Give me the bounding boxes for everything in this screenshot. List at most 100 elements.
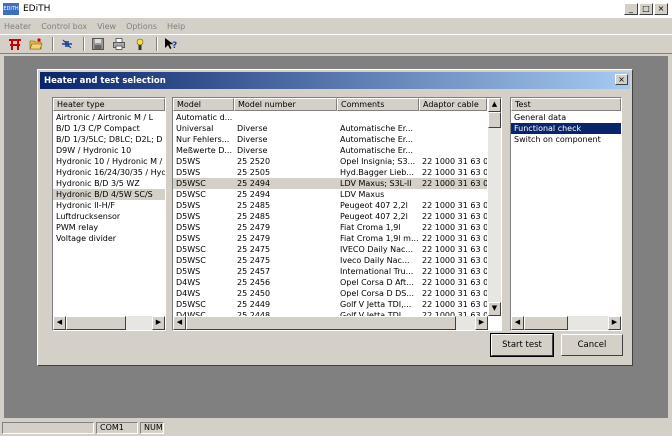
scroll-right-button[interactable]: ▶ [608,316,621,330]
scroll-up-button[interactable]: ▲ [488,98,501,112]
menu-control-box[interactable]: Control box [41,22,87,31]
menu-heater[interactable]: Heater [4,22,31,31]
scroll-left-button[interactable]: ◀ [173,316,186,330]
model-cell: D5WSC [176,256,206,265]
model-row[interactable]: D4WS 25 2450 Opel Corsa D DS... 22 1000 31 … [173,288,487,299]
heater-type-item[interactable]: Luftdrucksensor [53,211,165,222]
comments-cell: Fiat Croma 1,9l [340,223,401,232]
heater-type-item[interactable]: B/D 1/3/5LC; D8LC; D2L; D [53,134,165,145]
model-row[interactable]: Automatic d... [173,112,487,123]
app-logo: EDiTH [3,3,19,15]
test-hscrollbar[interactable]: ◀ ▶ [511,316,621,330]
model-row[interactable]: D5WS 25 2479 Fiat Croma 1,9l m... 22 1000 3… [173,233,487,244]
heater-type-list[interactable]: Heater type Airtronic / Airtronic M / L B… [52,97,166,331]
model-row[interactable]: D5WSC 25 2449 Golf V Jetta TDI,... 22 1000 … [173,299,487,310]
model-cell: D5WSC [176,190,206,199]
model-row[interactable]: D5WS 25 2457 International Tru... 22 1000 3… [173,266,487,277]
adaptor-cable-cell: 22 1000 31 63 00 [422,267,487,276]
model-column-header[interactable]: Model [173,98,234,111]
menu-view[interactable]: View [97,22,116,31]
test-item[interactable]: General data [511,112,621,123]
model-vscrollbar[interactable]: ▲ ▼ [488,98,501,316]
model-row[interactable]: D5WSC 25 2475 IVECO Daily Nac... 22 1000 31… [173,244,487,255]
model-number-cell: 25 2449 [237,300,271,309]
heater-test-selection-dialog: Heater and test selection × Heater type … [37,69,633,366]
dialog-close-button[interactable]: × [615,74,628,85]
model-row[interactable]: D5WS 25 2520 Opel Insignia; S3... 22 1000 3… [173,156,487,167]
status-bar: COM1 NUM [0,420,672,436]
model-row[interactable]: Meßwerte D... Diverse Automatische Er... [173,145,487,156]
scroll-thumb[interactable] [488,112,501,128]
heater-type-hscrollbar[interactable]: ◀ ▶ [53,316,165,330]
heater-type-item[interactable]: PWM relay [53,222,165,233]
maximize-button[interactable]: □ [639,3,653,15]
disconnect-icon[interactable] [58,36,76,52]
numlock-indicator: NUM [140,422,164,434]
cancel-button[interactable]: Cancel [561,334,623,356]
scroll-thumb[interactable] [66,316,126,330]
adaptor-cable-column-header[interactable]: Adaptor cable [419,98,487,111]
heater-type-item[interactable]: B/D 1/3 C/P Compact [53,123,165,134]
scroll-down-button[interactable]: ▼ [488,302,501,316]
model-row[interactable]: D5WS 25 2485 Peugeot 407 2,2l 22 1000 31 63… [173,211,487,222]
heater-type-item[interactable]: Hydronic 10 / Hydronic M / M [53,156,165,167]
heater-type-item[interactable]: D9W / Hydronic 10 [53,145,165,156]
test-list[interactable]: Test General data Functional check Switch … [510,97,622,331]
test-item[interactable]: Switch on component [511,134,621,145]
close-button[interactable]: × [654,3,668,15]
scroll-left-button[interactable]: ◀ [511,316,524,330]
print-icon[interactable] [110,36,128,52]
heater-type-item[interactable]: Hydronic B/D 4/5W SC/S [53,189,165,200]
model-row[interactable]: D5WSC 25 2494 LDV Maxus; S3L-II 22 1000 31 … [173,178,487,189]
heater-type-header[interactable]: Heater type [53,98,165,111]
heater-type-rows: Airtronic / Airtronic M / L B/D 1/3 C/P C… [53,112,165,244]
model-cell: D5WSC [176,245,206,254]
adaptor-cable-cell: 22 1000 31 63 00 [422,168,487,177]
test-header[interactable]: Test [511,98,621,111]
test-label: General data [514,113,567,122]
open-folder-icon[interactable] [27,36,45,52]
scroll-thumb[interactable] [186,316,456,330]
comments-cell: LDV Maxus [340,190,385,199]
comments-column-header[interactable]: Comments [337,98,419,111]
model-row[interactable]: Nur Fehlers... Diverse Automatische Er... [173,134,487,145]
adaptor-cable-cell: 22 1000 31 63 00 [422,256,487,265]
scroll-right-button[interactable]: ▶ [475,316,488,330]
model-row[interactable]: D4WS 25 2456 Opel Corsa D Aft... 22 1000 31… [173,277,487,288]
model-row[interactable]: D5WS 25 2479 Fiat Croma 1,9l 22 1000 31 63 … [173,222,487,233]
info-icon[interactable] [131,36,149,52]
model-number-cell: 25 2520 [237,157,271,166]
start-test-button[interactable]: Start test [490,333,554,357]
model-cell: Meßwerte D... [176,146,233,155]
scroll-left-button[interactable]: ◀ [53,316,66,330]
model-table[interactable]: Model Model number Comments Adaptor cabl… [172,97,502,331]
adaptor-cable-cell: 22 1000 31 63 00 [422,278,487,287]
heater-type-item[interactable]: Hydronic 16/24/30/35 / Hyd [53,167,165,178]
menu-options[interactable]: Options [126,22,157,31]
heater-type-label: Hydronic B/D 3/5 WZ [56,179,140,188]
test-item[interactable]: Functional check [511,123,621,134]
save-icon[interactable] [89,36,107,52]
heater-type-item[interactable]: Airtronic / Airtronic M / L [53,112,165,123]
menu-help[interactable]: Help [167,22,185,31]
heater-type-item[interactable]: Voltage divider [53,233,165,244]
scroll-thumb[interactable] [524,316,568,330]
model-cell: Nur Fehlers... [176,135,230,144]
scroll-right-button[interactable]: ▶ [152,316,165,330]
heater-type-label: Hydronic B/D 4/5W SC/S [56,190,153,199]
model-row[interactable]: Universal Diverse Automatische Er... [173,123,487,134]
model-row[interactable]: D5WSC 25 2475 Iveco Daily Nac... 22 1000 31… [173,255,487,266]
minimize-button[interactable]: _ [624,3,638,15]
com-port-indicator: COM1 [96,422,138,434]
model-number-cell: 25 2457 [237,267,271,276]
connect-icon[interactable] [6,36,24,52]
model-row[interactable]: D5WS 25 2505 Hyd.Bagger Lieb... 22 1000 31 … [173,167,487,178]
model-hscrollbar[interactable]: ◀ ▶ [173,316,488,330]
context-help-icon[interactable]: ? [162,36,180,52]
heater-type-item[interactable]: Hydronic B/D 3/5 WZ [53,178,165,189]
heater-type-item[interactable]: Hydronic II-H/F [53,200,165,211]
model-number-column-header[interactable]: Model number [234,98,337,111]
model-row[interactable]: D5WSC 25 2494 LDV Maxus [173,189,487,200]
model-row[interactable]: D5WS 25 2485 Peugeot 407 2,2l 22 1000 31 63… [173,200,487,211]
toolbar-separator [156,37,158,51]
